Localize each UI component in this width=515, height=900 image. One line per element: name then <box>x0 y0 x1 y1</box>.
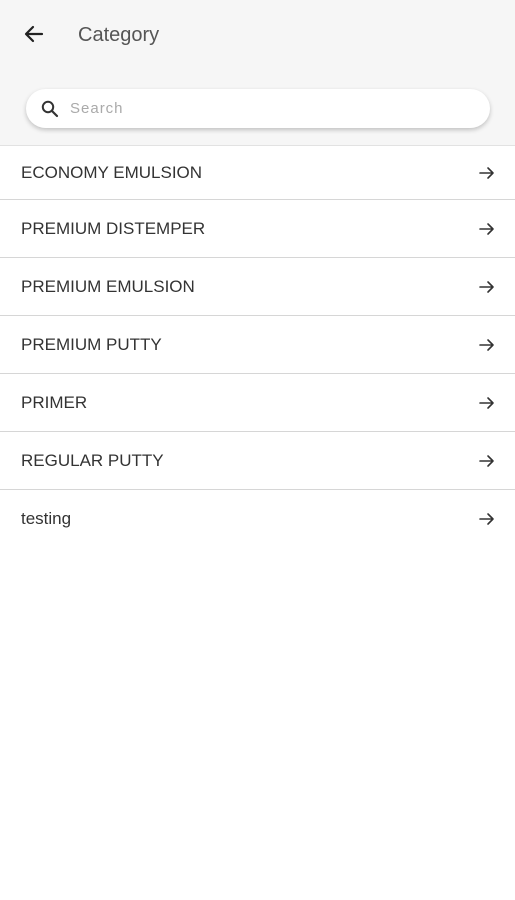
arrow-right-icon <box>477 509 497 529</box>
arrow-right-icon <box>477 451 497 471</box>
arrow-right-icon <box>477 277 497 297</box>
list-item-label: PREMIUM EMULSION <box>21 276 195 296</box>
list-item[interactable]: testing <box>0 490 515 548</box>
arrow-right-icon <box>477 219 497 239</box>
search-icon <box>40 99 60 119</box>
search-input[interactable] <box>70 93 470 124</box>
list-item-label: PRIMER <box>21 392 88 412</box>
back-button[interactable] <box>14 18 54 54</box>
list-item[interactable]: PREMIUM EMULSION <box>0 258 515 316</box>
category-screen: Category ECONOMY EMULSION PREMIUM DISTEM… <box>0 0 515 900</box>
list-item[interactable]: REGULAR PUTTY <box>0 432 515 490</box>
arrow-left-icon <box>22 22 46 51</box>
arrow-right-icon <box>477 335 497 355</box>
app-header: Category <box>0 0 515 146</box>
search-bar[interactable] <box>26 89 490 128</box>
list-item[interactable]: PRIMER <box>0 374 515 432</box>
list-item-label: PREMIUM PUTTY <box>21 334 162 354</box>
arrow-right-icon <box>477 163 497 183</box>
category-list: ECONOMY EMULSION PREMIUM DISTEMPER PREMI… <box>0 146 515 548</box>
arrow-right-icon <box>477 393 497 413</box>
list-item-label: PREMIUM DISTEMPER <box>21 218 206 238</box>
list-item[interactable]: PREMIUM PUTTY <box>0 316 515 374</box>
list-item-label: testing <box>21 509 72 528</box>
list-item-label: REGULAR PUTTY <box>21 450 164 470</box>
page-title: Category <box>78 24 160 46</box>
list-item-label: ECONOMY EMULSION <box>21 162 203 182</box>
list-item[interactable]: PREMIUM DISTEMPER <box>0 200 515 258</box>
list-item[interactable]: ECONOMY EMULSION <box>0 146 515 200</box>
